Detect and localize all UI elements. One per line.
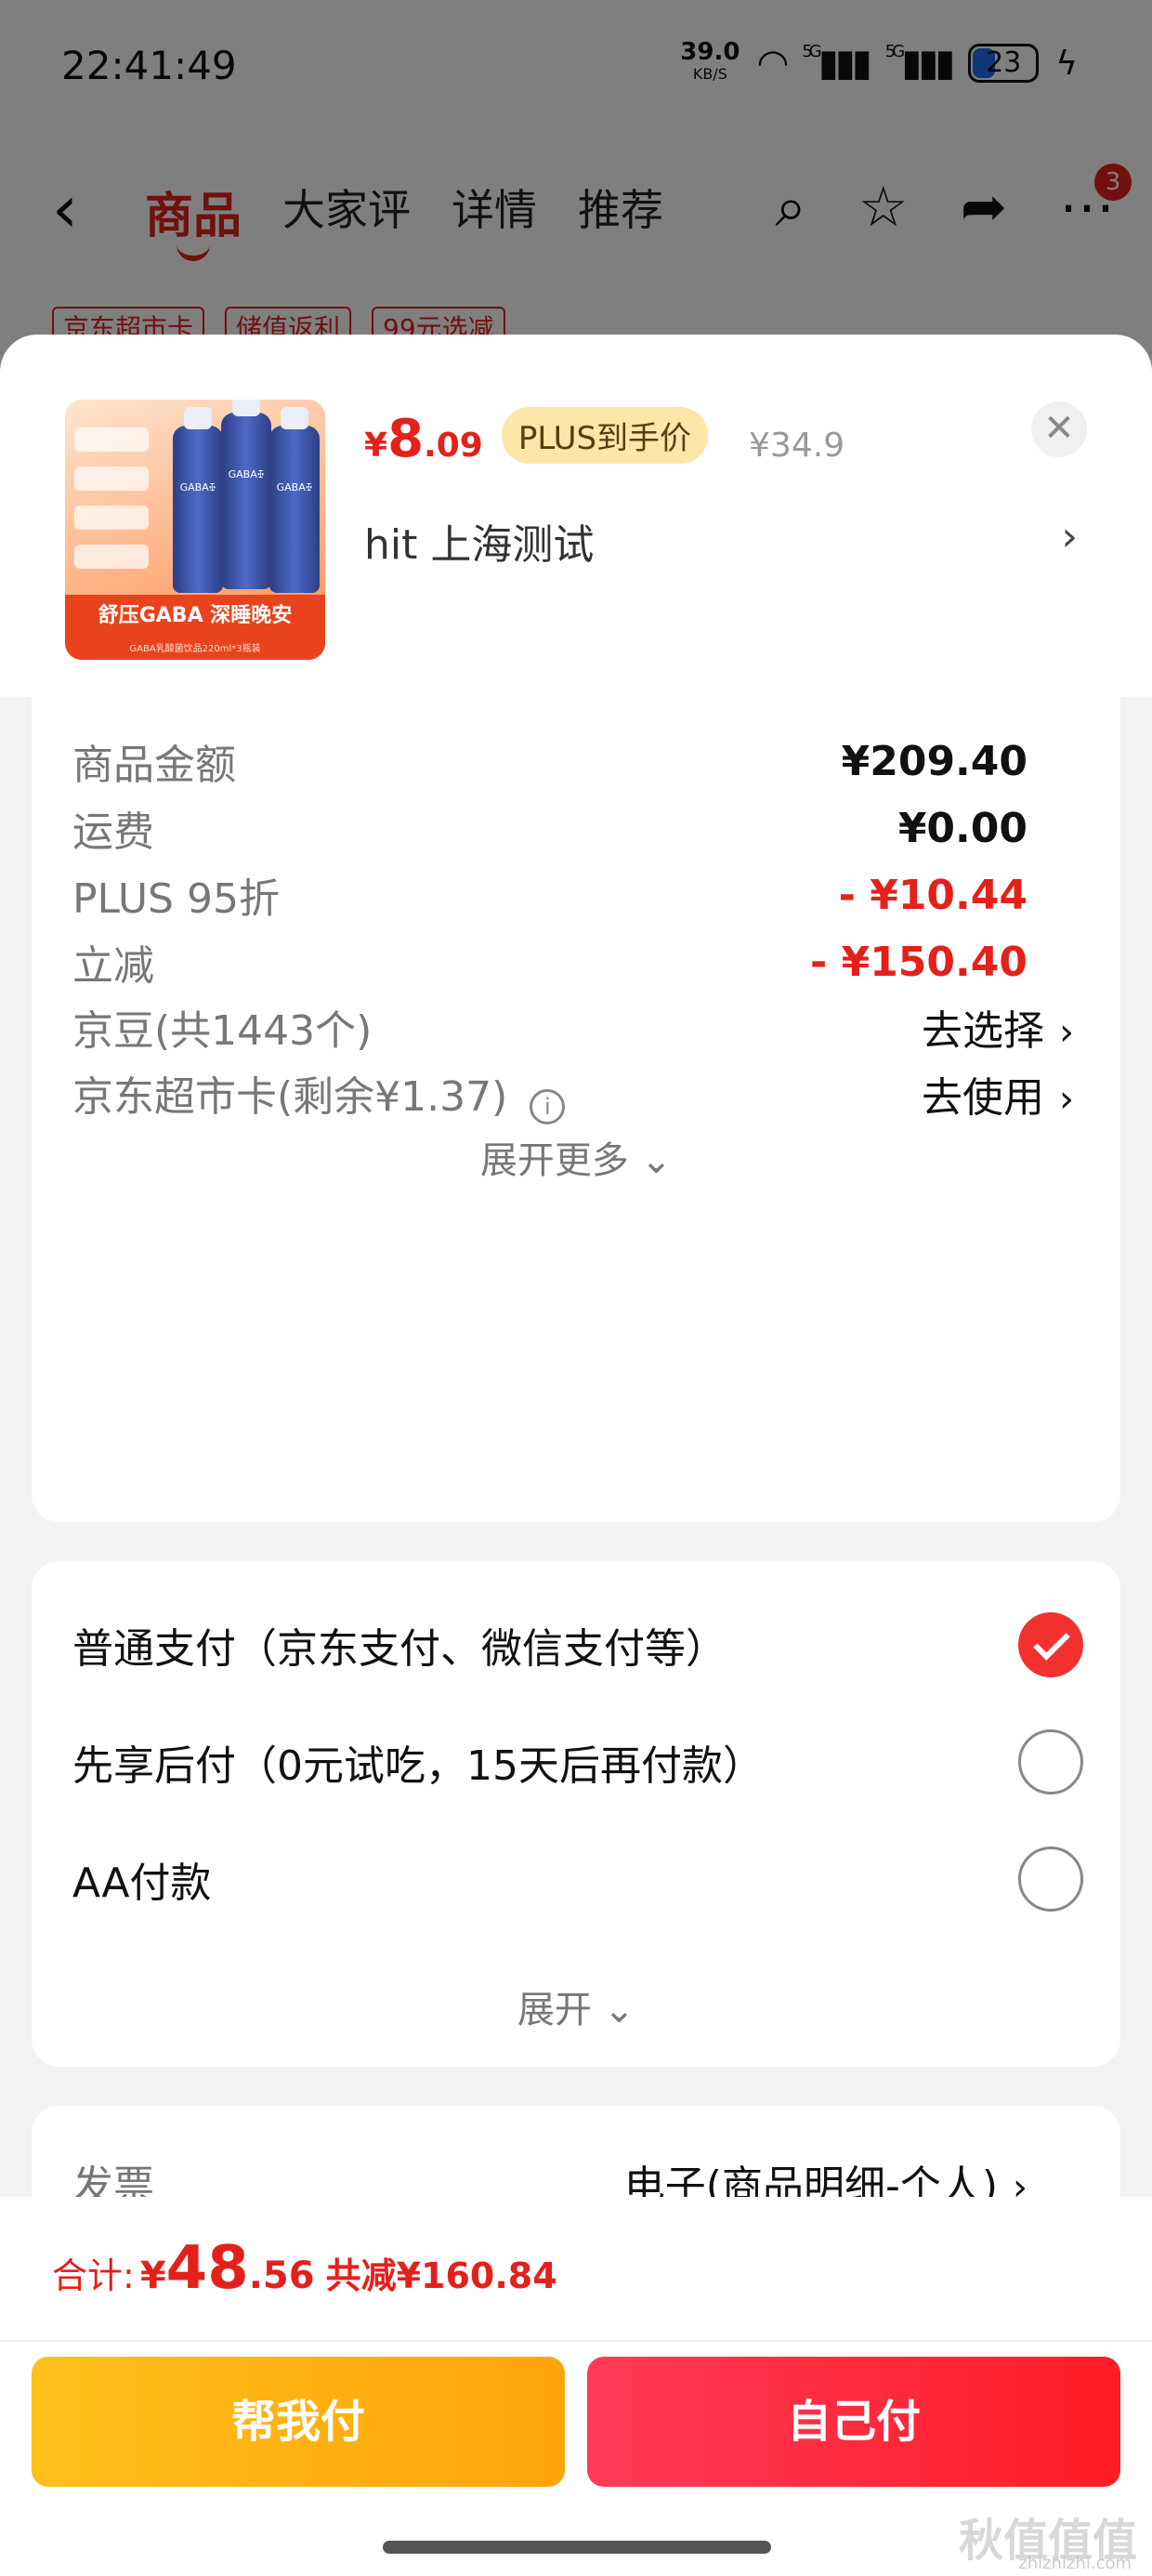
chevron-right-icon: › — [1059, 1078, 1074, 1121]
bottle-image — [221, 400, 271, 589]
radio-unchecked-icon[interactable] — [1018, 1729, 1083, 1794]
cost-label: 京豆(共1443个) — [72, 1007, 373, 1055]
watermark-url: zhizhizhi.com — [1018, 2554, 1132, 2573]
price-decimal: .09 — [424, 427, 483, 465]
total-label: 合计: — [52, 2255, 135, 2296]
dim-overlay[interactable] — [0, 0, 1152, 390]
total-row: 合计: ¥ 48 .56 共减¥160.84 — [52, 2234, 557, 2303]
bottle-image — [269, 407, 320, 593]
price-row: ¥ 8 .09 PLUS到手价 ¥34.9 — [364, 407, 845, 471]
use-card-link[interactable]: 去使用 — [922, 1074, 1044, 1122]
help-me-pay-button[interactable]: 帮我付 — [32, 2357, 565, 2487]
original-price: ¥34.9 — [749, 427, 845, 465]
cost-value: ¥209.40 — [841, 737, 1028, 785]
cost-label: 京东超市卡(剩余¥1.37) — [72, 1073, 508, 1122]
thumb-chip — [74, 467, 149, 491]
thumb-chip — [74, 545, 149, 569]
cost-breakdown-card: 商品金额 ¥209.40 运费 ¥0.00 PLUS 95折 - ¥10.44 … — [32, 697, 1120, 1522]
cost-row-jd-beans[interactable]: 京豆(共1443个) 去选择 › — [72, 994, 1074, 1059]
payment-method-card: 普通支付（京东支付、微信支付等） 先享后付（0元试吃，15天后再付款） AA付款… — [32, 1561, 1120, 2067]
total-currency: ¥ — [139, 2254, 166, 2297]
price-main: 8 — [387, 409, 425, 469]
cost-row-plus-discount: PLUS 95折 - ¥10.44 — [72, 862, 1028, 927]
cost-row-shipping: 运费 ¥0.00 — [72, 795, 1028, 861]
cost-value: ¥0.00 — [897, 804, 1028, 852]
chevron-right-icon: › — [1059, 1011, 1074, 1054]
cost-label: 商品金额 — [72, 742, 236, 789]
payment-option-normal[interactable]: 普通支付（京东支付、微信支付等） — [72, 1608, 1083, 1682]
cost-label: PLUS 95折 — [72, 875, 280, 923]
thumb-banner-sub: GABA乳酸菌饮品220ml*3瓶装 — [129, 644, 261, 654]
cost-row-supermarket-card[interactable]: 京东超市卡(剩余¥1.37) i 去使用 › — [72, 1061, 1074, 1126]
cost-value: - ¥10.44 — [838, 871, 1028, 919]
bottom-bar: 合计: ¥ 48 .56 共减¥160.84 帮我付 自己付 秋值值值 zhiz… — [0, 2197, 1152, 2576]
total-decimal: .56 — [248, 2254, 315, 2297]
cost-row-goods: 商品金额 ¥209.40 — [72, 729, 1028, 794]
payment-option-label: 普通支付（京东支付、微信支付等） — [72, 1625, 727, 1673]
home-indicator[interactable] — [383, 2541, 771, 2554]
expand-more-button[interactable]: 展开更多 ⌄ — [32, 1130, 1120, 1184]
product-thumbnail[interactable]: 舒压GABA 深睡晚安 GABA乳酸菌饮品220ml*3瓶装 — [65, 400, 325, 660]
close-icon[interactable]: ✕ — [1031, 401, 1087, 457]
payment-option-pay-later[interactable]: 先享后付（0元试吃，15天后再付款） — [72, 1725, 1083, 1799]
payment-option-label: 先享后付（0元试吃，15天后再付款） — [72, 1742, 764, 1790]
total-main: 48 — [165, 2234, 249, 2303]
radio-checked-icon[interactable] — [1018, 1612, 1083, 1677]
payment-option-aa[interactable]: AA付款 — [72, 1842, 1083, 1916]
plus-price-badge: PLUS到手价 — [501, 407, 709, 464]
cost-row-instant-discount: 立减 - ¥150.40 — [72, 929, 1028, 994]
chevron-right-icon[interactable]: › — [1061, 513, 1078, 560]
cost-value: - ¥150.40 — [810, 938, 1028, 986]
spec-selector[interactable]: hit 上海测试 — [364, 511, 594, 571]
bottle-image — [173, 407, 223, 593]
info-icon[interactable]: i — [530, 1088, 566, 1124]
pay-myself-button[interactable]: 自己付 — [587, 2357, 1120, 2487]
radio-unchecked-icon[interactable] — [1018, 1847, 1083, 1912]
cost-label: 运费 — [72, 808, 154, 856]
payment-option-label: AA付款 — [72, 1860, 212, 1907]
total-saved: 共减¥160.84 — [325, 2255, 557, 2296]
expand-payment-button[interactable]: 展开 ⌄ — [32, 1979, 1120, 2033]
cost-label: 立减 — [72, 942, 154, 990]
thumb-chip — [74, 427, 149, 452]
thumb-chip — [74, 506, 149, 530]
price-currency: ¥ — [364, 427, 388, 465]
select-beans-link[interactable]: 去选择 — [922, 1007, 1044, 1055]
divider — [0, 2340, 1152, 2342]
product-header: 舒压GABA 深睡晚安 GABA乳酸菌饮品220ml*3瓶装 ¥ 8 .09 P… — [0, 335, 1152, 697]
